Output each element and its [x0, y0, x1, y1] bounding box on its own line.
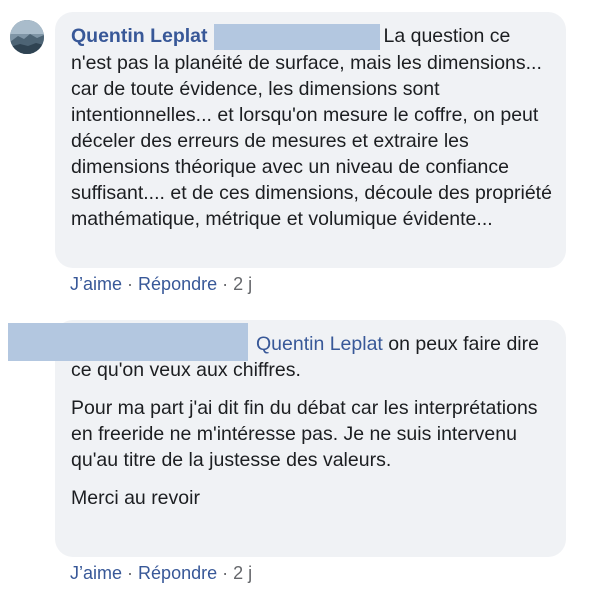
- comment-actions: J’aime · Répondre · 2 j: [70, 274, 252, 295]
- reply-link[interactable]: Répondre: [138, 274, 217, 294]
- avatar-photo-icon: [10, 20, 44, 54]
- comment-actions: J’aime · Répondre · 2 j: [70, 563, 252, 584]
- comment-author-link[interactable]: Quentin Leplat: [71, 25, 208, 47]
- comment-timestamp[interactable]: 2 j: [233, 274, 252, 294]
- separator: ·: [127, 563, 134, 583]
- comment-timestamp[interactable]: 2 j: [233, 563, 252, 583]
- separator: ·: [127, 274, 134, 294]
- comment-paragraph: Pour ma part j'ai dit fin du débat car l…: [71, 397, 538, 471]
- avatar[interactable]: [10, 20, 44, 54]
- comment-paragraph: Merci au revoir: [71, 487, 200, 509]
- like-link[interactable]: J’aime: [70, 274, 122, 294]
- separator: ·: [222, 563, 229, 583]
- comment-bubble: Quentin Leplat La question ce n'est pas l…: [55, 12, 566, 268]
- redacted-tag: [213, 23, 380, 50]
- mention-link[interactable]: Quentin Leplat: [256, 333, 383, 355]
- redacted-author: [8, 323, 248, 361]
- like-link[interactable]: J’aime: [70, 563, 122, 583]
- reply-link[interactable]: Répondre: [138, 563, 217, 583]
- separator: ·: [222, 274, 229, 294]
- comment-text: La question ce n'est pas la planéité de …: [71, 25, 552, 230]
